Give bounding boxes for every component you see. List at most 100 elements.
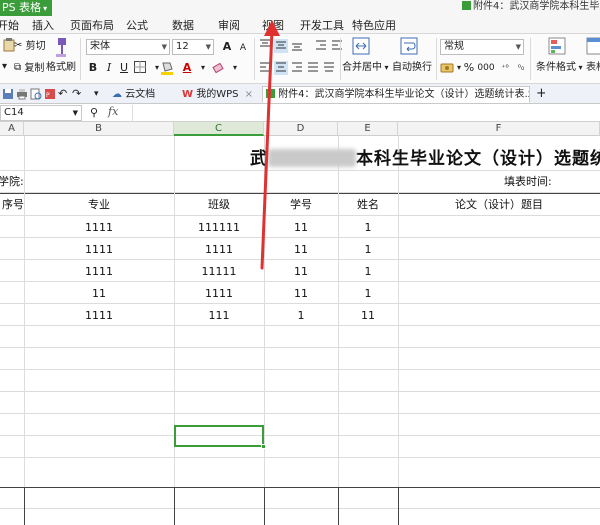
table-cell[interactable]: 1111 bbox=[24, 265, 174, 279]
align-left-icon[interactable] bbox=[258, 61, 272, 75]
fx-button[interactable]: fx bbox=[108, 105, 118, 118]
font-shrink-button[interactable]: A bbox=[236, 41, 250, 55]
wrap-text-button[interactable]: 自动换行 bbox=[392, 61, 432, 75]
table-cell[interactable]: 11 bbox=[264, 287, 338, 301]
border-icon[interactable] bbox=[133, 61, 147, 75]
column-header-a[interactable]: A bbox=[0, 122, 24, 136]
table-cell[interactable]: 11 bbox=[338, 309, 398, 323]
tab-formulas[interactable]: 公式 bbox=[126, 19, 148, 33]
table-cell[interactable]: 111111 bbox=[174, 221, 264, 235]
table-cell[interactable]: 11 bbox=[264, 221, 338, 235]
underline-button[interactable]: U bbox=[117, 61, 131, 75]
table-style-icon[interactable] bbox=[586, 37, 600, 60]
font-size-select[interactable]: 12 ▼ bbox=[172, 39, 214, 55]
active-cell-c14[interactable] bbox=[174, 425, 266, 449]
table-cell[interactable]: 11 bbox=[264, 243, 338, 257]
increase-decimal-icon[interactable]: ⁺⁰ bbox=[498, 61, 512, 75]
add-tab-button[interactable]: + bbox=[532, 86, 546, 103]
chevron-down-icon[interactable]: ▾ bbox=[228, 61, 242, 75]
table-cell[interactable]: 11 bbox=[264, 265, 338, 279]
number-format-select[interactable]: 常规 ▼ bbox=[440, 39, 524, 55]
copy-button[interactable]: ⧉ 复制 bbox=[14, 61, 44, 76]
indent-decrease-icon[interactable] bbox=[314, 39, 328, 53]
tab-developer-tools[interactable]: 开发工具 bbox=[300, 19, 344, 33]
format-painter-button[interactable]: 格式刷 bbox=[46, 61, 76, 75]
table-cell[interactable]: 1111 bbox=[174, 243, 264, 257]
table-style-button[interactable]: 表格 bbox=[586, 61, 600, 75]
chevron-down-icon[interactable]: ▾ bbox=[196, 61, 210, 75]
table-cell[interactable]: 1 bbox=[338, 221, 398, 235]
table-cell[interactable]: 1111 bbox=[24, 243, 174, 257]
paste-dropdown-icon[interactable]: ▾ bbox=[2, 60, 7, 74]
bold-button[interactable]: B bbox=[86, 61, 100, 75]
table-cell[interactable]: 1 bbox=[264, 309, 338, 323]
fill-color-icon[interactable] bbox=[160, 61, 174, 75]
tab-insert[interactable]: 插入 bbox=[32, 19, 54, 33]
row-line bbox=[0, 281, 600, 282]
font-color-icon[interactable]: A bbox=[180, 61, 194, 75]
align-right-icon[interactable] bbox=[290, 61, 304, 75]
column-header-f[interactable]: F bbox=[398, 122, 600, 136]
clear-format-icon[interactable] bbox=[212, 61, 226, 75]
fill-handle[interactable] bbox=[261, 444, 266, 449]
spreadsheet-grid[interactable]: 武 本科生毕业论文（设计）选题统计 学院: 填表时间: 序号 专业 班级 学号 姓… bbox=[0, 136, 600, 525]
column-header-b[interactable]: B bbox=[24, 122, 174, 136]
my-wps-tab[interactable]: W 我的WPS × bbox=[178, 86, 262, 103]
wrap-text-icon[interactable] bbox=[400, 37, 418, 60]
print-icon[interactable] bbox=[16, 88, 28, 100]
sheet-title: 武 本科生毕业论文（设计）选题统计 bbox=[250, 144, 600, 169]
font-name-select[interactable]: 宋体 ▼ bbox=[86, 39, 170, 55]
column-header-d[interactable]: D bbox=[264, 122, 338, 136]
conditional-format-button[interactable]: 条件格式 ▾ bbox=[536, 61, 583, 75]
column-header-e[interactable]: E bbox=[338, 122, 398, 136]
document-tab-bar: P ↶ ↷ ▾ ☁ 云文档 W 我的WPS × 附件4：武汉商学院本科生毕业论文… bbox=[0, 84, 600, 104]
table-cell[interactable]: 1111 bbox=[24, 221, 174, 235]
zoom-magnifier-icon[interactable]: ⚲ bbox=[90, 106, 98, 119]
justify-icon[interactable] bbox=[306, 61, 320, 75]
align-bottom-icon[interactable] bbox=[290, 39, 304, 53]
undo-icon[interactable]: ↶ bbox=[58, 88, 70, 100]
indent-increase-icon[interactable] bbox=[330, 39, 344, 53]
decrease-decimal-icon[interactable]: ⁰₀ bbox=[514, 61, 528, 75]
table-cell[interactable]: 1 bbox=[338, 243, 398, 257]
table-cell[interactable]: 11111 bbox=[174, 265, 264, 279]
italic-button[interactable]: I bbox=[102, 61, 116, 75]
tab-data[interactable]: 数据 bbox=[172, 19, 194, 33]
table-cell[interactable]: 1111 bbox=[24, 309, 174, 323]
ribbon-divider bbox=[80, 38, 81, 80]
name-box[interactable]: C14 ▼ bbox=[0, 105, 82, 121]
merge-center-icon[interactable] bbox=[352, 37, 370, 60]
tab-home[interactable]: 开始 bbox=[0, 19, 19, 33]
chevron-down-icon[interactable]: ▾ bbox=[94, 88, 106, 100]
thousands-button[interactable]: 000 bbox=[476, 61, 496, 75]
tab-view[interactable]: 视图 bbox=[262, 19, 284, 33]
conditional-format-icon[interactable] bbox=[548, 37, 566, 60]
active-file-tab[interactable]: 附件4：武汉商学院本科生毕业论文（设计）选题统计表.xlsx * bbox=[262, 86, 530, 103]
redo-icon[interactable]: ↷ bbox=[72, 88, 84, 100]
app-menu-button[interactable]: PS 表格 ▾ bbox=[0, 0, 52, 16]
close-icon[interactable]: × bbox=[245, 89, 253, 100]
percent-button[interactable]: % bbox=[462, 61, 476, 75]
formula-input[interactable] bbox=[132, 105, 600, 121]
table-cell[interactable]: 111 bbox=[174, 309, 264, 323]
tab-review[interactable]: 审阅 bbox=[218, 19, 240, 33]
cloud-docs-tab[interactable]: ☁ 云文档 bbox=[108, 86, 164, 103]
format-painter-icon[interactable] bbox=[52, 38, 70, 63]
save-icon[interactable] bbox=[2, 88, 14, 100]
align-top-icon[interactable] bbox=[258, 39, 272, 53]
export-pdf-icon[interactable]: P bbox=[44, 88, 56, 100]
cut-button[interactable]: ✂ 剪切 bbox=[14, 39, 46, 54]
table-cell[interactable]: 1 bbox=[338, 287, 398, 301]
table-cell[interactable]: 1111 bbox=[174, 287, 264, 301]
table-cell[interactable]: 11 bbox=[24, 287, 174, 301]
merge-center-button[interactable]: 合并居中 ▾ bbox=[342, 61, 389, 75]
align-middle-icon[interactable] bbox=[274, 39, 288, 53]
column-header-c[interactable]: C bbox=[174, 122, 264, 136]
align-center-icon[interactable] bbox=[274, 61, 288, 75]
tab-page-layout[interactable]: 页面布局 bbox=[70, 19, 114, 33]
print-preview-icon[interactable] bbox=[30, 88, 42, 100]
font-grow-button[interactable]: A bbox=[220, 40, 234, 54]
table-cell[interactable]: 1 bbox=[338, 265, 398, 279]
tab-special-features[interactable]: 特色应用 bbox=[352, 19, 396, 33]
distributed-align-icon[interactable] bbox=[322, 61, 336, 75]
